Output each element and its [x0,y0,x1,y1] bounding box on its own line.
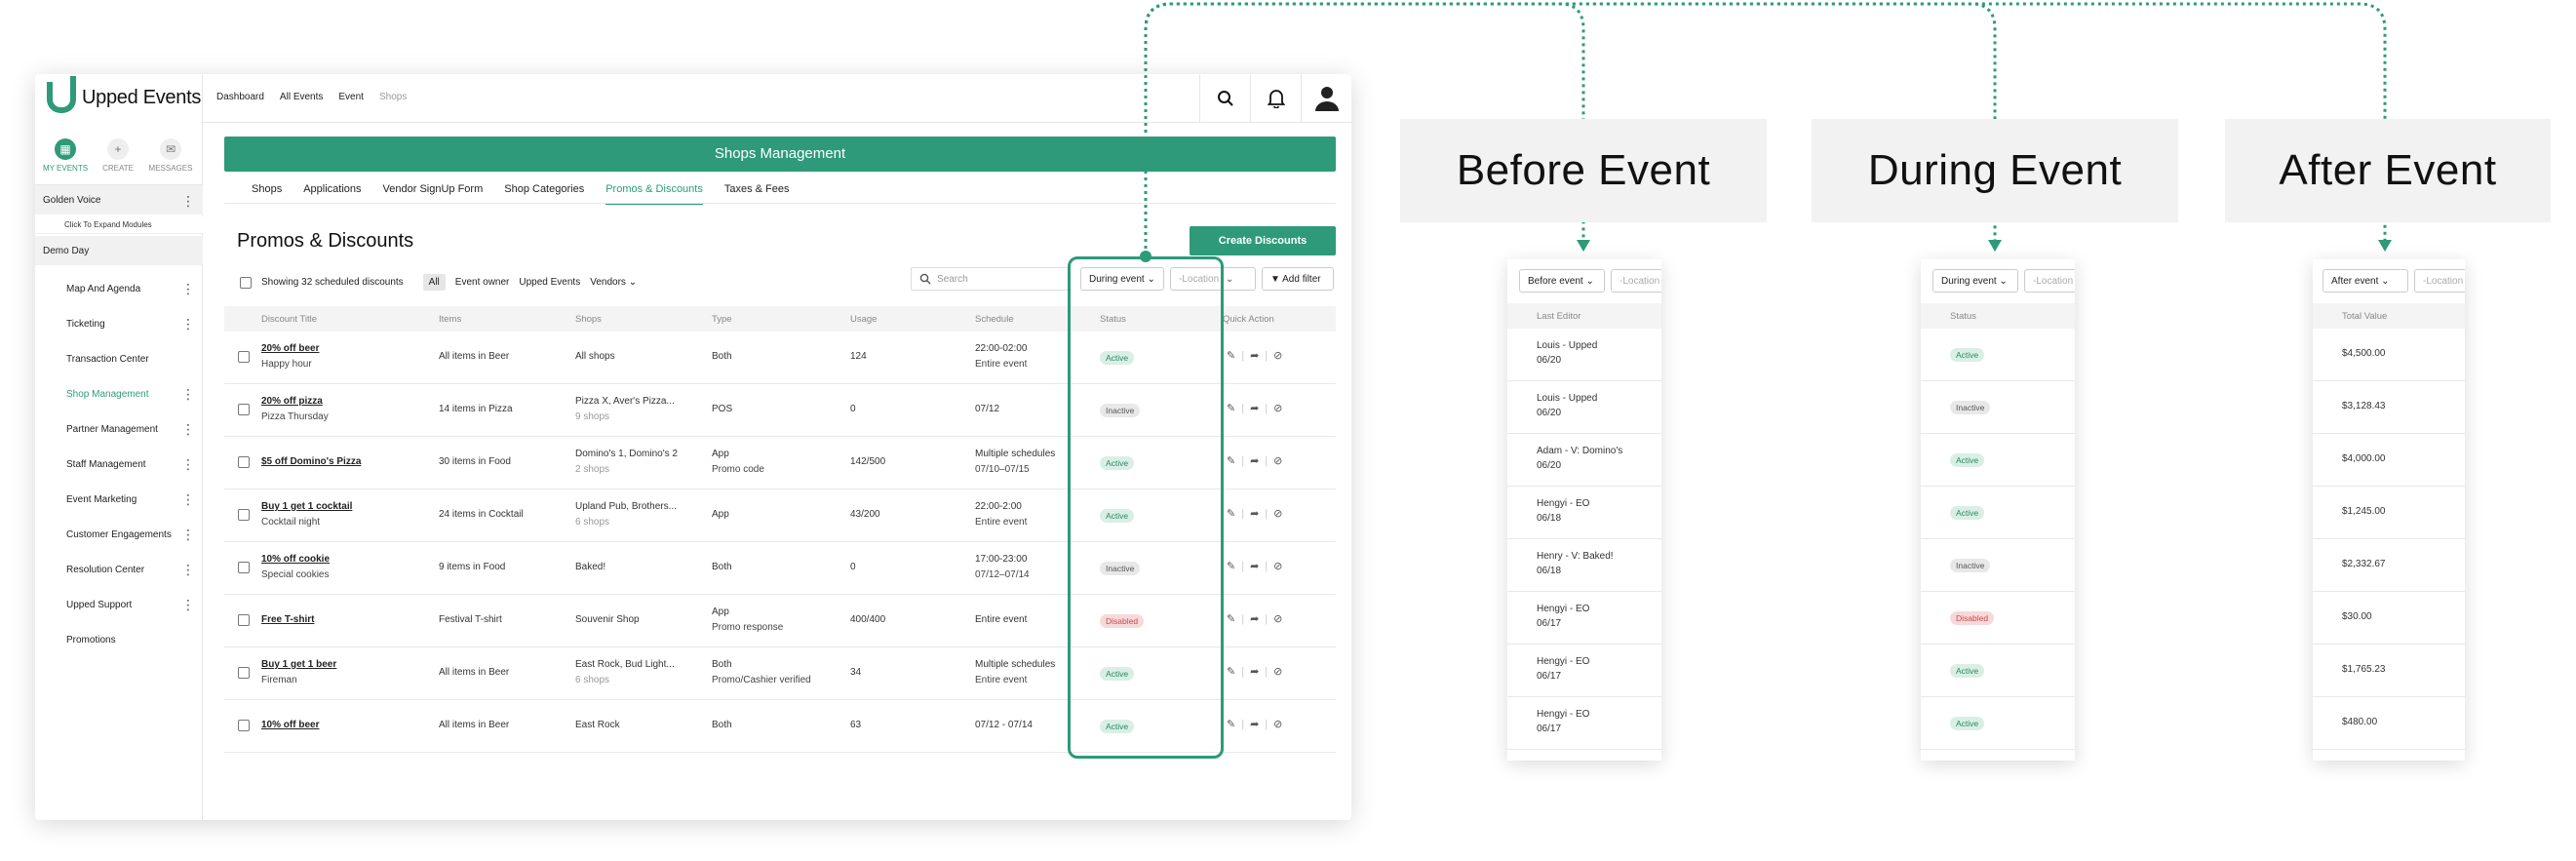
event-phase-dropdown[interactable]: Before event ⌄ [1519,269,1605,293]
table-row[interactable]: Disabled [1921,592,2075,645]
total-value: $1,765.23 [2342,664,2386,675]
status-badge: Inactive [1950,401,1991,414]
edit-date: 06/18 [1537,566,1562,576]
dropdown-value: During event [1941,276,1997,287]
table-row[interactable]: $1,245.00 [2313,487,2465,539]
table-row[interactable]: Active [1921,645,2075,697]
event-phase-dropdown[interactable]: During event ⌄ [1932,269,2018,293]
edit-date: 06/20 [1537,460,1562,471]
event-phase-dropdown[interactable]: After event ⌄ [2322,269,2408,293]
arrow-head-during [1988,240,2002,252]
table-row[interactable]: Louis - Upped 06/20 [1507,329,1661,381]
dropdown-value: Before event [1528,276,1583,287]
status-badge: Disabled [1950,611,1995,625]
edit-date: 06/17 [1537,671,1562,682]
location-dropdown[interactable]: -Location [2414,269,2465,293]
total-value: $480.00 [2342,717,2378,727]
table-row[interactable]: Active [1921,697,2075,750]
editor-name: Henry - V: Baked! [1537,551,1614,562]
edit-date: 06/20 [1537,408,1562,418]
during-event-panel: During event ⌄ -Location Status Active In… [1921,259,2075,761]
editor-name: Louis - Upped [1537,393,1598,404]
total-value: $4,000.00 [2342,453,2386,464]
chevron-down-icon: ⌄ [1999,276,2008,287]
status-badge: Active [1950,348,1985,362]
status-badge: Active [1950,664,1985,678]
total-value: $4,500.00 [2342,348,2386,359]
dropdown-value: -Location [2033,276,2074,287]
table-row[interactable]: Hengyi - EO 06/17 [1507,697,1661,750]
table-row[interactable]: Hengyi - EO 06/18 [1507,487,1661,539]
table-row[interactable]: Adam - V: Domino's 06/20 [1507,434,1661,487]
total-value: $3,128.43 [2342,401,2386,411]
dropdown-value: After event [2331,276,2379,287]
editor-name: Hengyi - EO [1537,709,1590,720]
after-event-panel: After event ⌄ -Location Total Value $4,5… [2313,259,2465,761]
editor-name: Hengyi - EO [1537,656,1590,667]
during-event-heading: During Event [1812,119,2178,222]
edit-date: 06/20 [1537,355,1562,366]
table-row[interactable]: Hengyi - EO 06/17 [1507,645,1661,697]
table-row[interactable]: Henry - V: Baked! 06/18 [1507,539,1661,592]
table-row[interactable]: $480.00 [2313,697,2465,750]
arrow-head-before [1577,240,1590,252]
dropdown-value: -Location [1620,276,1660,287]
status-badge: Inactive [1950,559,1991,572]
chevron-down-icon: ⌄ [2381,276,2390,287]
table-row[interactable]: $1,765.23 [2313,645,2465,697]
table-row[interactable]: Hengyi - EO 06/17 [1507,592,1661,645]
arrow-head-after [2378,240,2392,252]
table-row[interactable]: Active [1921,434,2075,487]
table-row[interactable]: $4,500.00 [2313,329,2465,381]
chevron-down-icon: ⌄ [1585,276,1594,287]
status-badge: Active [1950,506,1985,520]
location-dropdown[interactable]: -Location [2024,269,2075,293]
col-last-editor: Last Editor [1507,303,1661,329]
edit-date: 06/17 [1537,618,1562,629]
location-dropdown[interactable]: -Location [1611,269,1661,293]
table-row[interactable]: Louis - Upped 06/20 [1507,381,1661,434]
editor-name: Hengyi - EO [1537,498,1590,509]
after-event-heading: After Event [2225,119,2551,222]
status-badge: Active [1950,717,1985,730]
table-row[interactable]: Inactive [1921,539,2075,592]
table-row[interactable]: Active [1921,329,2075,381]
status-badge: Active [1950,453,1985,467]
table-row[interactable]: $3,128.43 [2313,381,2465,434]
table-row[interactable]: $4,000.00 [2313,434,2465,487]
col-total-value: Total Value [2313,303,2465,329]
editor-name: Louis - Upped [1537,340,1598,351]
total-value: $1,245.00 [2342,506,2386,517]
total-value: $2,332.67 [2342,559,2386,569]
before-event-heading: Before Event [1400,119,1767,222]
table-row[interactable]: $30.00 [2313,592,2465,645]
table-row[interactable]: Inactive [1921,381,2075,434]
edit-date: 06/17 [1537,724,1562,734]
editor-name: Hengyi - EO [1537,604,1590,614]
total-value: $30.00 [2342,611,2372,622]
edit-date: 06/18 [1537,513,1562,524]
connector-lines [1144,2,2392,255]
editor-name: Adam - V: Domino's [1537,446,1623,456]
table-row[interactable]: $2,332.67 [2313,539,2465,592]
before-event-panel: Before event ⌄ -Location Last Editor Lou… [1507,259,1661,761]
col-status: Status [1921,303,2075,329]
connector-origin-dot [1140,251,1151,262]
dropdown-value: -Location [2423,276,2464,287]
table-row[interactable]: Active [1921,487,2075,539]
